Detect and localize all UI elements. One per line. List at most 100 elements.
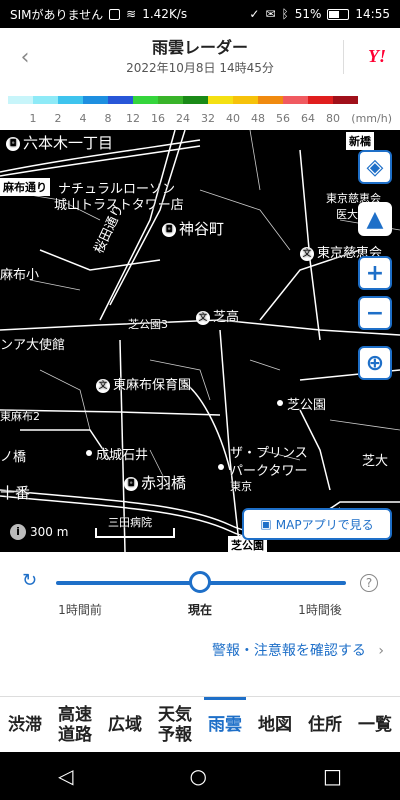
legend-color-3 (83, 96, 108, 104)
legend-label-7: 32 (201, 112, 215, 125)
weather-alert-link[interactable]: 警報・注意報を確認する › (212, 640, 384, 660)
area-label-shibadai: 芝大 (362, 454, 389, 469)
legend-color-0 (8, 96, 33, 104)
time-slider-panel: ↻ ? 1時間前 現在 1時間後 警報・注意報を確認する › (0, 552, 400, 659)
info-icon[interactable]: i (10, 524, 26, 540)
legend-label-3: 8 (104, 112, 112, 125)
carrier-text: SIMがありません (10, 7, 104, 22)
legend-label-1: 2 (54, 112, 62, 125)
legend-label-5: 16 (151, 112, 165, 125)
app-header: ‹ 雨雲レーダー 2022年10月8日 14時45分 Y! (0, 28, 400, 86)
open-map-app-button[interactable]: ▣ MAPアプリで見る (242, 508, 392, 540)
legend-labels: 1 2 4 8 12 16 24 32 40 48 56 64 80 (8, 112, 400, 126)
legend-color-7 (183, 96, 208, 104)
legend-unit: (mm/h) (351, 112, 392, 125)
chevron-right-icon: › (378, 643, 384, 659)
legend-color-8 (208, 96, 233, 104)
legend-color-13 (333, 96, 358, 104)
poi-shibakoen[interactable]: 芝公園 (287, 394, 326, 413)
time-label-now: 現在 (187, 603, 213, 617)
time-label-after: 1時間後 (298, 603, 342, 617)
station-kamiyacho[interactable]: ◘ 神谷町 (162, 218, 224, 239)
system-nav-bar: ◁ ○ □ (0, 752, 400, 800)
legend-label-11: 64 (301, 112, 315, 125)
school-icon: 文 (196, 310, 210, 325)
area-label-higashiazabu2: 東麻布2 (0, 410, 40, 423)
home-nav-icon[interactable]: ○ (190, 764, 207, 788)
road-label-azabudori: 麻布通り (0, 178, 50, 196)
zoom-in-button[interactable]: + (358, 256, 392, 290)
battery-percent: 51% (294, 7, 322, 21)
time-label-before: 1時間前 (58, 603, 102, 617)
bluetooth-icon: ᛒ (281, 7, 289, 21)
poi-dot (277, 400, 283, 406)
nav-map[interactable]: 地図 (250, 697, 300, 752)
map-app-icon: ▣ (260, 517, 272, 531)
poi-shiba-high[interactable]: 文芝高 (196, 306, 239, 325)
nav-wide-area[interactable]: 広域 (100, 697, 150, 752)
nav-expressway[interactable]: 高速 道路 (50, 697, 100, 752)
legend-color-1 (33, 96, 58, 104)
battery-icon (327, 8, 350, 20)
layers-icon: ◈ (366, 154, 384, 180)
station-akabanebashi[interactable]: ◘ 赤羽橋 (124, 472, 186, 493)
legend-color-12 (308, 96, 333, 104)
legend-label-4: 12 (126, 112, 140, 125)
plus-icon: + (365, 260, 385, 286)
area-label-jusban: 十番 (0, 484, 31, 502)
help-icon[interactable]: ? (360, 574, 378, 592)
nav-weather-forecast[interactable]: 天気 予報 (150, 697, 200, 752)
legend-color-scale (8, 96, 358, 104)
zoom-out-button[interactable]: − (358, 296, 392, 330)
legend-color-4 (108, 96, 133, 104)
layers-button[interactable]: ◈ (358, 150, 392, 184)
legend-color-6 (158, 96, 183, 104)
station-icon: ◘ (162, 222, 176, 237)
compass-button[interactable]: ▲ (358, 202, 392, 236)
station-icon: ◘ (124, 476, 138, 491)
radar-map[interactable]: ◘ 六本木一丁目 麻布通り ナチュラルローソン 城山トラストタワー店 ◘ 神谷町 東… (0, 130, 400, 552)
current-location-button[interactable]: ⊕ (358, 346, 392, 380)
legend-label-12: 80 (326, 112, 340, 125)
rain-legend: 1 2 4 8 12 16 24 32 40 48 56 64 80 (mm/h) (0, 92, 400, 130)
poi-prince-2[interactable]: パークタワー (230, 460, 307, 479)
poi-ika[interactable]: 医大 (336, 206, 358, 222)
back-nav-icon[interactable]: ◁ (58, 764, 73, 788)
poi-higashiazabu-nursery[interactable]: 文東麻布保育園 (96, 374, 191, 393)
poi-dot (218, 464, 224, 470)
notification-icon: ✓ (249, 7, 260, 21)
nav-rain-radar[interactable]: 雨雲 (200, 697, 250, 752)
poi-seijo-ishii[interactable]: 成城石井 (96, 444, 148, 463)
nav-list[interactable]: 一覧 (350, 697, 400, 752)
legend-label-6: 24 (176, 112, 190, 125)
legend-label-9: 48 (251, 112, 265, 125)
refresh-icon[interactable]: ↻ (22, 570, 37, 591)
legend-color-5 (133, 96, 158, 104)
recents-nav-icon[interactable]: □ (323, 764, 342, 788)
area-label-shibakoen3: 芝公園3 (128, 318, 168, 331)
compass-icon: ▲ (366, 206, 384, 232)
app-root: SIMがありません ≋ 1.42K/s ✓ ✉ ᛒ 51% 14:55 ‹ 雨雲… (0, 0, 400, 800)
poi-embassy[interactable]: ンア大使館 (0, 334, 65, 353)
header-divider (343, 40, 344, 74)
legend-label-2: 4 (79, 112, 87, 125)
network-speed: 1.42K/s (142, 7, 188, 21)
legend-color-9 (233, 96, 258, 104)
crosshair-icon: ⊕ (365, 350, 385, 376)
legend-label-0: 1 (29, 112, 37, 125)
map-scale-bar (95, 528, 175, 538)
station-tag-shinbashi: 新橋 (346, 132, 374, 150)
page-title: 雨雲レーダー (151, 38, 248, 57)
bottom-nav: 渋滞 高速 道路 広域 天気 予報 雨雲 地図 住所 一覧 (0, 696, 400, 752)
station-roppongi-1chome[interactable]: ◘ 六本木一丁目 (6, 132, 113, 153)
area-label-bashi: ノ橋 (0, 450, 27, 465)
legend-color-11 (283, 96, 308, 104)
poi-prince-1[interactable]: ザ・プリンス (230, 442, 308, 461)
nav-traffic[interactable]: 渋滞 (0, 697, 50, 752)
poi-azabu-elementary[interactable]: 麻布小 (0, 264, 39, 283)
time-slider-handle[interactable] (189, 571, 211, 593)
nav-address[interactable]: 住所 (300, 697, 350, 752)
yahoo-logo[interactable]: Y! (368, 46, 386, 67)
map-scale-label: 300 m (30, 525, 69, 539)
timestamp: 2022年10月8日 14時45分 (126, 61, 274, 75)
